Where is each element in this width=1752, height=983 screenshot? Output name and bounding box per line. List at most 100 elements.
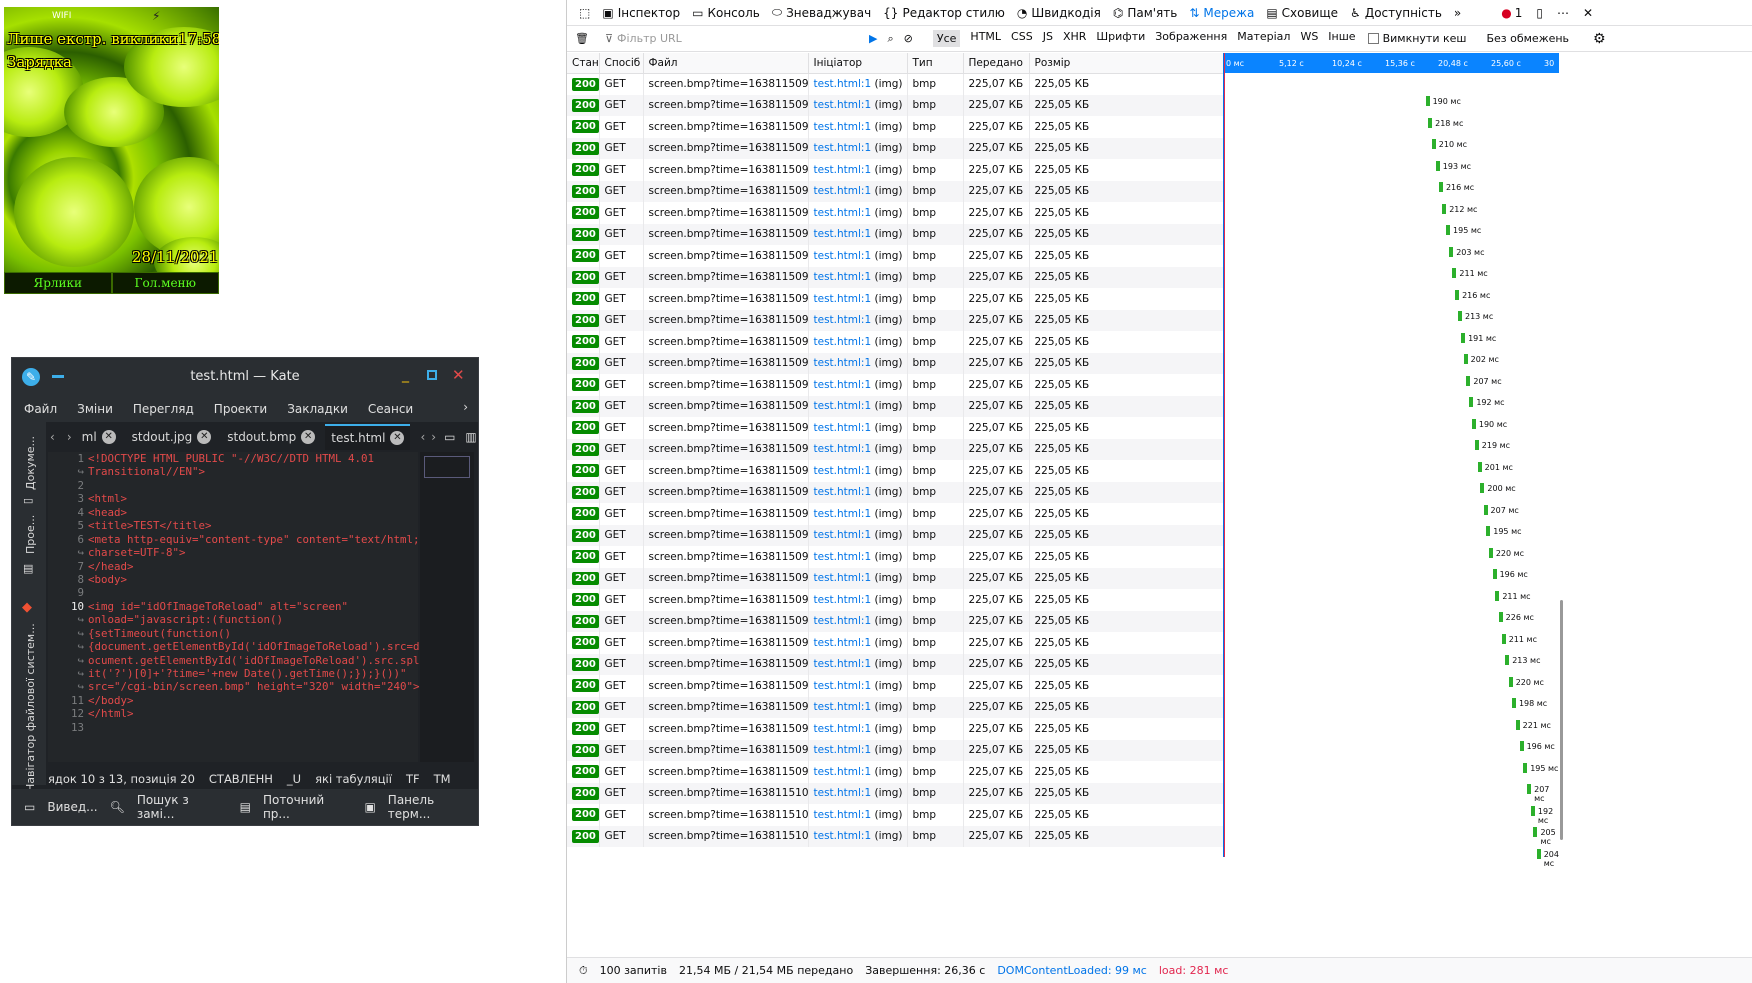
table-row[interactable]: 200GETscreen.bmp?time=1638115092683test.… (567, 223, 1224, 245)
menu-file[interactable]: Файл (24, 402, 57, 416)
file-cell[interactable]: screen.bmp?time=1638115091457 (643, 137, 809, 159)
initiator-link[interactable]: test.html:1 (814, 78, 872, 90)
settings-icon[interactable]: ⚙ (1593, 31, 1606, 47)
current-project-button[interactable]: Поточний пр... (263, 793, 353, 821)
sidebar-projects[interactable]: Прое... (24, 515, 37, 554)
folder-icon[interactable]: ▭ (23, 494, 33, 507)
column-header[interactable]: Файл (643, 53, 809, 74)
file-cell[interactable]: screen.bmp?time=1638115095283 (643, 438, 809, 460)
initiator-link[interactable]: test.html:1 (814, 637, 872, 649)
tool-tab-memory[interactable]: ⌬ Пам'ять (1113, 6, 1178, 20)
file-cell[interactable]: screen.bmp?time=1638115090523 (643, 73, 809, 95)
table-row[interactable]: 200GETscreen.bmp?time=1638115097205test.… (567, 589, 1224, 611)
close-icon[interactable]: ✕ (452, 366, 465, 384)
file-type[interactable]: TM (434, 772, 451, 786)
initiator-link[interactable]: test.html:1 (814, 121, 872, 133)
initiator-link[interactable]: test.html:1 (814, 271, 872, 283)
initiator-link[interactable]: test.html:1 (814, 830, 872, 842)
tab-test-html[interactable]: test.html ✕ (325, 424, 411, 450)
table-row[interactable]: 200GETscreen.bmp?time=1638115095535test.… (567, 460, 1224, 482)
close-icon[interactable]: ✕ (1583, 6, 1593, 20)
table-row[interactable]: 200GETscreen.bmp?time=1638115092973test.… (567, 245, 1224, 267)
table-row[interactable]: 200GETscreen.bmp?time=1638115098122test.… (567, 653, 1224, 675)
input-mode[interactable]: _U (287, 772, 301, 786)
initiator-link[interactable]: test.html:1 (814, 443, 872, 455)
table-row[interactable]: 200GETscreen.bmp?time=1638115094250test.… (567, 352, 1224, 374)
column-header[interactable]: Тип (907, 53, 964, 74)
initiator-link[interactable]: test.html:1 (814, 207, 872, 219)
file-cell[interactable]: screen.bmp?time=1638115095021 (643, 417, 809, 439)
table-row[interactable]: 200GETscreen.bmp?time=1638115093768test.… (567, 309, 1224, 331)
initiator-link[interactable]: test.html:1 (814, 314, 872, 326)
file-cell[interactable]: screen.bmp?time=1638115098757 (643, 696, 809, 718)
close-tab-icon[interactable]: ✕ (301, 430, 316, 444)
file-cell[interactable]: screen.bmp?time=1638115095535 (643, 460, 809, 482)
table-row[interactable]: 200GETscreen.bmp?time=1638115100150test.… (567, 782, 1224, 804)
file-cell[interactable]: screen.bmp?time=1638115096898 (643, 567, 809, 589)
initiator-link[interactable]: test.html:1 (814, 250, 872, 262)
table-row[interactable]: 200GETscreen.bmp?time=1638115099446test.… (567, 739, 1224, 761)
file-cell[interactable]: screen.bmp?time=1638115093220 (643, 266, 809, 288)
filter-type-9[interactable]: Інше (1328, 30, 1355, 47)
table-row[interactable]: 200GETscreen.bmp?time=1638115099805test.… (567, 761, 1224, 783)
disable-cache-checkbox[interactable] (1367, 33, 1379, 44)
kate-titlebar[interactable]: ✎ test.html — Kate _ ✕ (12, 358, 478, 396)
initiator-link[interactable]: test.html:1 (814, 357, 872, 369)
file-cell[interactable]: screen.bmp?time=1638115092683 (643, 223, 809, 245)
initiator-link[interactable]: test.html:1 (814, 422, 872, 434)
code-text[interactable]: <!DOCTYPE HTML PUBLIC "-//W3C//DTD HTML … (88, 452, 420, 734)
minimize-icon[interactable]: _ (402, 367, 409, 383)
search-replace-button[interactable]: Пошук з замі... (137, 793, 228, 821)
table-row[interactable]: 200GETscreen.bmp?time=1638115094003test.… (567, 331, 1224, 353)
table-row[interactable]: 200GETscreen.bmp?time=1638115090523test.… (567, 73, 1224, 95)
file-cell[interactable]: screen.bmp?time=1638115098122 (643, 653, 809, 675)
table-row[interactable]: 200GETscreen.bmp?time=1638115096069test.… (567, 503, 1224, 525)
filter-type-7[interactable]: Матеріал (1237, 30, 1290, 47)
filter-type-3[interactable]: JS (1043, 30, 1053, 47)
filter-url-input[interactable]: Фільтр URL (617, 32, 857, 45)
filter-type-4[interactable]: XHR (1063, 30, 1086, 47)
menu-view[interactable]: Перегляд (133, 402, 194, 416)
table-row[interactable]: 200GETscreen.bmp?time=1638115097803test.… (567, 632, 1224, 654)
sidebar-filesystem-browser[interactable]: Навігатор файлової систем... (24, 623, 37, 792)
dock-icon[interactable]: ▯ (1536, 6, 1543, 20)
block-icon[interactable]: ⊘ (904, 32, 913, 45)
file-cell[interactable]: screen.bmp?time=1638115096646 (643, 546, 809, 568)
projects-icon[interactable]: ▤ (23, 562, 33, 575)
file-cell[interactable]: screen.bmp?time=1638115094521 (643, 374, 809, 396)
throttle-select[interactable]: Без обмежень (1486, 32, 1569, 45)
table-row[interactable]: 200GETscreen.bmp?time=1638115100684test.… (567, 825, 1224, 847)
column-header[interactable]: Розмір (1029, 53, 1224, 74)
file-cell[interactable]: screen.bmp?time=1638115094755 (643, 395, 809, 417)
menu-overflow-icon[interactable]: › (463, 400, 468, 414)
file-cell[interactable]: screen.bmp?time=1638115100384 (643, 804, 809, 826)
table-row[interactable]: 200GETscreen.bmp?time=1638115097484test.… (567, 610, 1224, 632)
scrollbar[interactable] (1560, 600, 1563, 840)
file-cell[interactable]: screen.bmp?time=1638115097484 (643, 610, 809, 632)
filter-type-0[interactable]: Усе (932, 30, 961, 47)
table-row[interactable]: 200GETscreen.bmp?time=1638115091457test.… (567, 137, 1224, 159)
file-cell[interactable]: screen.bmp?time=1638115092042 (643, 180, 809, 202)
file-cell[interactable]: screen.bmp?time=1638115097803 (643, 632, 809, 654)
initiator-link[interactable]: test.html:1 (814, 508, 872, 520)
file-cell[interactable]: screen.bmp?time=1638115093768 (643, 309, 809, 331)
table-row[interactable]: 200GETscreen.bmp?time=1638115091088test.… (567, 116, 1224, 138)
initiator-link[interactable]: test.html:1 (814, 551, 872, 563)
tool-tab-debugger[interactable]: ⬭ Зневаджувач (772, 5, 871, 20)
softkey-left[interactable]: Ярлики (4, 272, 112, 294)
initiator-link[interactable]: test.html:1 (814, 99, 872, 111)
file-cell[interactable]: screen.bmp?time=1638115094003 (643, 331, 809, 353)
tab-nav-right-icon[interactable]: › (431, 430, 436, 444)
tool-tab-performance[interactable]: ◔ Швидкодія (1017, 6, 1101, 20)
tool-tab-inspector[interactable]: ▣ Інспектор (602, 6, 680, 20)
table-row[interactable]: 200GETscreen.bmp?time=1638115100384test.… (567, 804, 1224, 826)
table-row[interactable]: 200GETscreen.bmp?time=1638115098757test.… (567, 696, 1224, 718)
column-header[interactable]: Передано (963, 53, 1030, 74)
column-header[interactable]: Спосіб (599, 53, 644, 74)
table-row[interactable]: 200GETscreen.bmp?time=1638115099115test.… (567, 718, 1224, 740)
table-row[interactable]: 200GETscreen.bmp?time=1638115092392test.… (567, 202, 1224, 224)
menu-edit[interactable]: Зміни (77, 402, 113, 416)
error-count-badge[interactable]: ● 1 (1501, 6, 1522, 20)
tab-scroll-left-icon[interactable]: ‹ (50, 430, 55, 444)
initiator-link[interactable]: test.html:1 (814, 701, 872, 713)
